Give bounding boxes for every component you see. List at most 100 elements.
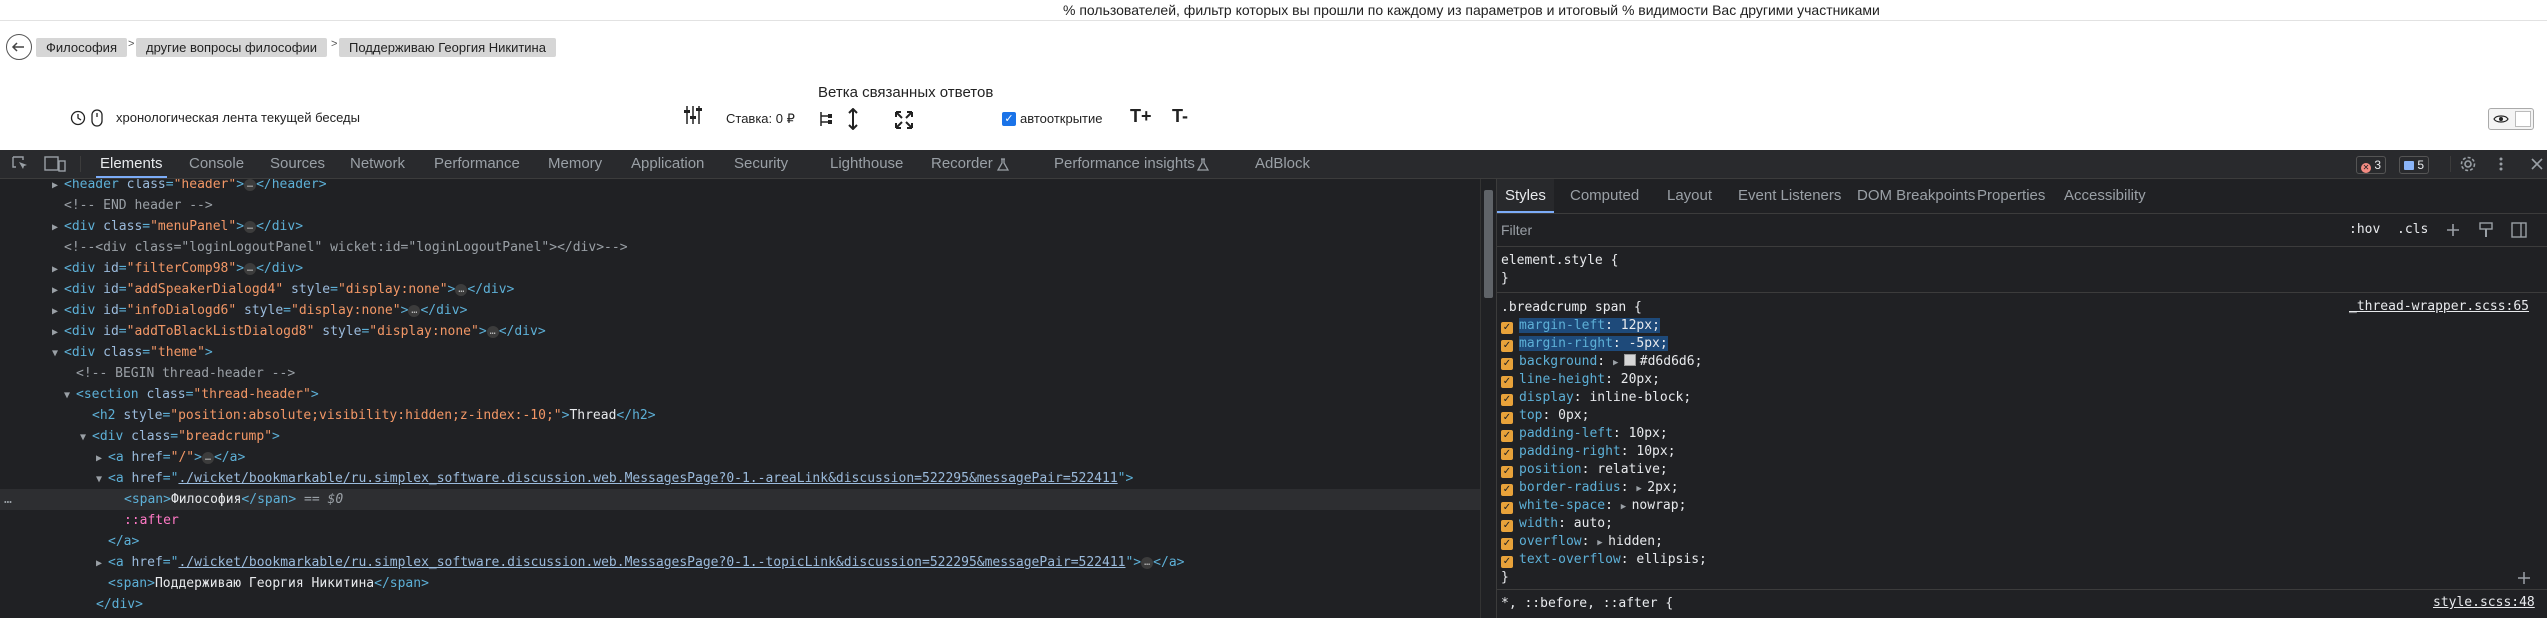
expand-arrow-icon[interactable]: ▶: [96, 448, 108, 469]
css-declaration[interactable]: ✓ padding-left: 10px;: [1501, 425, 1668, 443]
declaration-checkbox[interactable]: ✓: [1501, 466, 1513, 478]
element-style-selector[interactable]: element.style {: [1501, 252, 1618, 270]
css-property-name[interactable]: white-space: [1519, 498, 1605, 513]
breadcrumb-item-other-questions[interactable]: другие вопросы философии: [136, 38, 327, 57]
declaration-checkbox[interactable]: ✓: [1501, 394, 1513, 406]
tree-node[interactable]: ▼ <div class="theme">: [0, 342, 1480, 363]
tab-performance[interactable]: Performance: [434, 150, 520, 178]
css-property-name[interactable]: border-radius: [1519, 480, 1621, 495]
css-property-value[interactable]: hidden: [1608, 534, 1655, 549]
css-property-name[interactable]: display: [1519, 390, 1574, 405]
device-toolbar-icon[interactable]: [44, 156, 66, 172]
next-rule-selector[interactable]: *, ::before, ::after {: [1501, 595, 1673, 613]
css-property-value[interactable]: #d6d6d6: [1640, 354, 1695, 369]
vertical-expand-icon[interactable]: [848, 108, 858, 130]
css-property-value[interactable]: nowrap: [1632, 498, 1679, 513]
css-declaration[interactable]: ✓ position: relative;: [1501, 461, 1668, 479]
mouse-icon[interactable]: [90, 108, 104, 128]
expand-arrow-icon[interactable]: ▶: [52, 280, 64, 301]
hov-toggle[interactable]: :hov: [2349, 222, 2380, 237]
expand-arrow-icon[interactable]: ▶: [52, 179, 64, 196]
collapse-arrow-icon[interactable]: ▼: [64, 385, 76, 406]
tree-pseudo-element[interactable]: ::after: [0, 510, 1480, 531]
css-property-value[interactable]: relative: [1597, 462, 1660, 477]
tab-lighthouse[interactable]: Lighthouse: [830, 150, 903, 178]
tree-node[interactable]: ▶ <a href="/">… </a>: [0, 447, 1480, 468]
filter-sliders-icon[interactable]: [682, 104, 704, 126]
expand-shorthand-icon[interactable]: ▶: [1613, 358, 1624, 368]
css-property-name[interactable]: margin-right: [1519, 336, 1613, 351]
css-property-name[interactable]: line-height: [1519, 372, 1605, 387]
css-property-name[interactable]: margin-left: [1519, 318, 1606, 333]
expand-shorthand-icon[interactable]: ▶: [1636, 484, 1647, 494]
css-declaration[interactable]: ✓ width: auto;: [1501, 515, 1613, 533]
css-property-value[interactable]: 20px: [1621, 372, 1652, 387]
css-property-value[interactable]: auto: [1574, 516, 1605, 531]
css-declaration[interactable]: ✓ margin-right: -5px;: [1501, 335, 1668, 353]
tab-computed[interactable]: Computed: [1570, 179, 1639, 213]
tree-node[interactable]: ▼ <a href="./wicket/bookmarkable/ru.simpl…: [0, 468, 1480, 489]
visibility-toggle[interactable]: [2488, 108, 2534, 130]
tree-node[interactable]: ▶ <div id="infoDialogd6" style="display:n…: [0, 300, 1480, 321]
message-count-badge[interactable]: 5: [2399, 156, 2430, 174]
add-declaration-icon[interactable]: [2517, 571, 2531, 585]
css-declaration[interactable]: ✓ top: 0px;: [1501, 407, 1589, 425]
css-property-name[interactable]: width: [1519, 516, 1558, 531]
cls-toggle[interactable]: .cls: [2397, 222, 2428, 237]
declaration-checkbox[interactable]: ✓: [1501, 376, 1513, 388]
tab-console[interactable]: Console: [189, 150, 244, 178]
css-property-value[interactable]: 10px: [1629, 426, 1660, 441]
tab-dom-breakpoints[interactable]: DOM Breakpoints: [1857, 179, 1975, 213]
font-increase-button[interactable]: T+: [1130, 106, 1152, 127]
pane-divider[interactable]: [1496, 179, 1497, 618]
tab-layout[interactable]: Layout: [1667, 179, 1712, 213]
tree-structure-icon[interactable]: [818, 110, 834, 128]
next-rule-source-link[interactable]: style.scss:48: [2433, 595, 2535, 610]
css-declaration[interactable]: ✓ line-height: 20px;: [1501, 371, 1660, 389]
declaration-checkbox[interactable]: ✓: [1501, 322, 1513, 334]
declaration-checkbox[interactable]: ✓: [1501, 412, 1513, 424]
css-declaration[interactable]: ✓ background: ▶ #d6d6d6;: [1501, 353, 1702, 371]
collapse-arrow-icon[interactable]: ▼: [52, 343, 64, 364]
tab-styles[interactable]: Styles: [1497, 179, 1554, 213]
tree-comment[interactable]: <!-- END header -->: [0, 195, 1480, 216]
declaration-checkbox[interactable]: ✓: [1501, 448, 1513, 460]
css-declaration[interactable]: ✓ text-overflow: ellipsis;: [1501, 551, 1707, 569]
css-property-value[interactable]: inline-block: [1589, 390, 1683, 405]
tree-comment[interactable]: <!--<div class="loginLogoutPanel" wicket…: [0, 237, 1480, 258]
tree-node[interactable]: ▶ <header class="header">… </header>: [0, 179, 1480, 195]
settings-gear-icon[interactable]: [2460, 156, 2476, 172]
tree-node-selected[interactable]: … <span>Философия</span> == $0: [0, 489, 1480, 510]
tree-node[interactable]: </a>: [0, 531, 1480, 552]
breadcrumb-item-philosophy[interactable]: Философия: [36, 38, 127, 57]
tab-sources[interactable]: Sources: [270, 150, 325, 178]
tree-node[interactable]: </div>: [0, 594, 1480, 615]
css-property-value[interactable]: -5px: [1628, 336, 1660, 351]
tab-memory[interactable]: Memory: [548, 150, 602, 178]
tab-performance-insights[interactable]: Performance insights: [1054, 150, 1195, 178]
font-decrease-button[interactable]: T-: [1172, 106, 1188, 127]
css-declaration[interactable]: ✓ margin-left: 12px;: [1501, 317, 1660, 335]
expand-arrow-icon[interactable]: ▶: [52, 301, 64, 322]
tab-security[interactable]: Security: [734, 150, 788, 178]
tree-node[interactable]: ▶ <div class="menuPanel">… </div>: [0, 216, 1480, 237]
back-button[interactable]: [6, 34, 32, 60]
styles-filter-input[interactable]: Filter: [1501, 219, 2061, 241]
tab-recorder[interactable]: Recorder: [931, 150, 993, 178]
declaration-checkbox[interactable]: ✓: [1501, 502, 1513, 514]
declaration-checkbox[interactable]: ✓: [1501, 358, 1513, 370]
inspect-element-icon[interactable]: [12, 156, 30, 172]
tab-event-listeners[interactable]: Event Listeners: [1738, 179, 1841, 213]
tree-node[interactable]: ▶ <div id="filterComp98">… </div>: [0, 258, 1480, 279]
declaration-checkbox[interactable]: ✓: [1501, 484, 1513, 496]
tree-node[interactable]: <h2 style="position:absolute;visibility:…: [0, 405, 1480, 426]
css-property-value[interactable]: 10px: [1636, 444, 1667, 459]
tab-adblock[interactable]: AdBlock: [1255, 150, 1310, 178]
close-devtools-icon[interactable]: [2530, 157, 2544, 171]
css-property-name[interactable]: padding-right: [1519, 444, 1621, 459]
css-property-name[interactable]: overflow: [1519, 534, 1582, 549]
expand-arrow-icon[interactable]: ▶: [52, 259, 64, 280]
tab-accessibility[interactable]: Accessibility: [2064, 179, 2146, 213]
css-property-name[interactable]: background: [1519, 354, 1597, 369]
css-declaration[interactable]: ✓ padding-right: 10px;: [1501, 443, 1676, 461]
